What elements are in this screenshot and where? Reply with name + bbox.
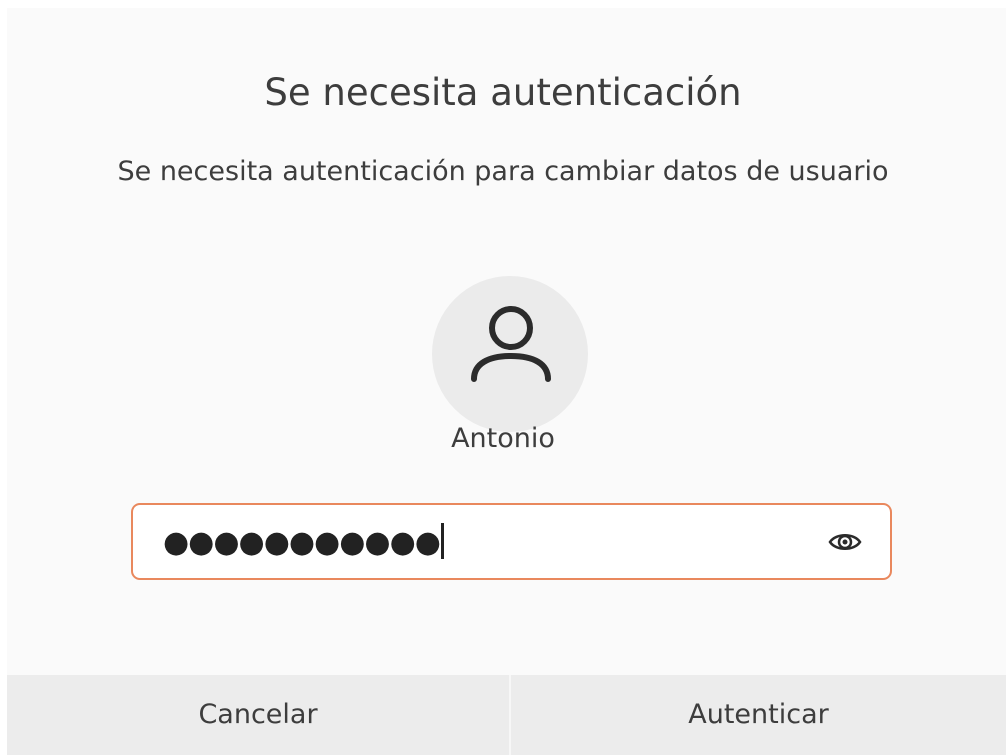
text-caret (440, 523, 444, 559)
auth-dialog: Se necesita autenticación Se necesita au… (7, 8, 1006, 755)
user-avatar-icon (471, 306, 551, 382)
username-label: Antonio (451, 423, 555, 454)
password-dots: ●●●●●●●●●●● (163, 525, 441, 560)
dialog-message-container: Se necesita autenticación para cambiar d… (0, 155, 1006, 189)
dialog-message: Se necesita autenticación para cambiar d… (117, 156, 889, 187)
dialog-button-bar: Cancelar Autenticar (7, 675, 1006, 755)
password-field[interactable]: ●●●●●●●●●●● (131, 503, 892, 580)
password-masked-text[interactable]: ●●●●●●●●●●● (163, 523, 444, 562)
authenticate-button[interactable]: Autenticar (511, 675, 1006, 755)
eye-icon[interactable] (828, 527, 862, 557)
cancel-button[interactable]: Cancelar (7, 675, 509, 755)
dialog-title: Se necesita autenticación (264, 71, 742, 114)
user-avatar (432, 276, 588, 432)
